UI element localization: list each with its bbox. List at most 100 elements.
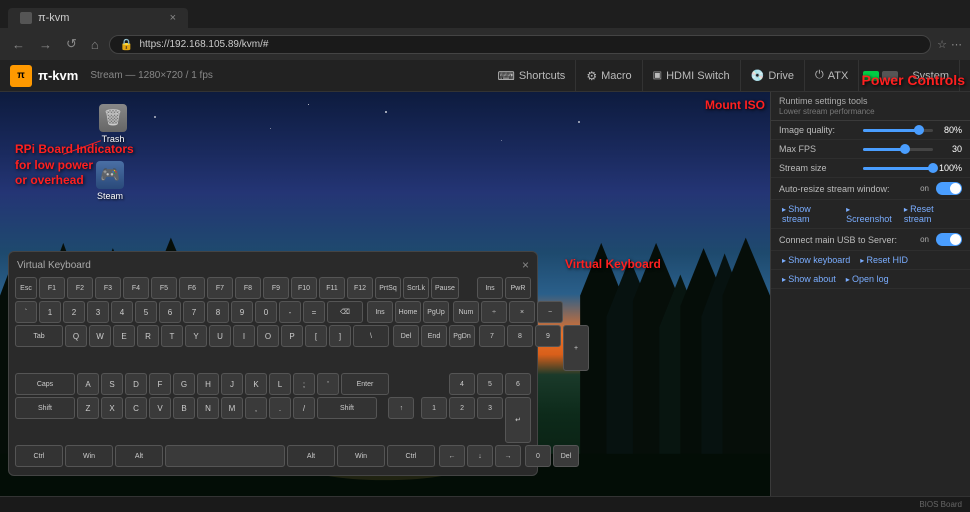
back-button[interactable]: ←: [8, 35, 29, 54]
key-num6[interactable]: 6: [505, 373, 531, 395]
key-y[interactable]: Y: [185, 325, 207, 347]
key-equals[interactable]: =: [303, 301, 325, 323]
key-x[interactable]: X: [101, 397, 123, 419]
key-f2[interactable]: F2: [67, 277, 93, 299]
key-numdiv[interactable]: ÷: [481, 301, 507, 323]
key-left[interactable]: ←: [439, 445, 465, 467]
key-end[interactable]: End: [421, 325, 447, 347]
key-scrlk[interactable]: ScrLk: [403, 277, 429, 299]
key-c[interactable]: C: [125, 397, 147, 419]
open-log-link[interactable]: Open log: [843, 273, 892, 285]
key-backtick[interactable]: `: [15, 301, 37, 323]
key-v[interactable]: V: [149, 397, 171, 419]
screenshot-link[interactable]: Screenshot: [843, 203, 897, 225]
key-num4[interactable]: 4: [449, 373, 475, 395]
key-1[interactable]: 1: [39, 301, 61, 323]
key-8[interactable]: 8: [207, 301, 229, 323]
key-f12[interactable]: F12: [347, 277, 373, 299]
key-2[interactable]: 2: [63, 301, 85, 323]
image-quality-slider[interactable]: [863, 129, 933, 132]
key-num8[interactable]: 8: [507, 325, 533, 347]
key-lshift[interactable]: Shift: [15, 397, 75, 419]
key-f7[interactable]: F7: [207, 277, 233, 299]
key-pause[interactable]: Pause: [431, 277, 459, 299]
reset-hid-link[interactable]: Reset HID: [857, 254, 911, 266]
key-f10[interactable]: F10: [291, 277, 317, 299]
key-f[interactable]: F: [149, 373, 171, 395]
key-n[interactable]: N: [197, 397, 219, 419]
nav-drive[interactable]: 💿 Drive: [741, 60, 805, 92]
nav-atx[interactable]: ⏻ ATX: [805, 60, 859, 92]
key-f6[interactable]: F6: [179, 277, 205, 299]
key-pwr[interactable]: PwR: [505, 277, 531, 299]
nav-hdmi-switch[interactable]: ▣ HDMI Switch: [643, 60, 741, 92]
key-f8[interactable]: F8: [235, 277, 261, 299]
stream-size-slider[interactable]: [863, 167, 933, 170]
key-lctrl[interactable]: Ctrl: [15, 445, 63, 467]
key-enter[interactable]: Enter: [341, 373, 389, 395]
key-period[interactable]: .: [269, 397, 291, 419]
key-comma[interactable]: ,: [245, 397, 267, 419]
key-k[interactable]: K: [245, 373, 267, 395]
stream-size-thumb[interactable]: [928, 163, 938, 173]
image-quality-thumb[interactable]: [914, 125, 924, 135]
key-right[interactable]: →: [495, 445, 521, 467]
key-nummul[interactable]: ×: [509, 301, 535, 323]
key-rshift[interactable]: Shift: [317, 397, 377, 419]
key-b[interactable]: B: [173, 397, 195, 419]
key-numdel[interactable]: Del: [553, 445, 579, 467]
key-backslash[interactable]: \: [353, 325, 389, 347]
key-home[interactable]: Home: [395, 301, 421, 323]
key-lbracket[interactable]: [: [305, 325, 327, 347]
home-button[interactable]: ⌂: [87, 35, 103, 54]
key-9[interactable]: 9: [231, 301, 253, 323]
key-z[interactable]: Z: [77, 397, 99, 419]
auto-resize-toggle[interactable]: [936, 182, 962, 195]
key-numlock[interactable]: Num: [453, 301, 479, 323]
key-num3[interactable]: 3: [477, 397, 503, 419]
key-e[interactable]: E: [113, 325, 135, 347]
key-up[interactable]: ↑: [388, 397, 414, 419]
key-pgdn[interactable]: PgDn: [449, 325, 475, 347]
key-tab[interactable]: Tab: [15, 325, 63, 347]
key-esc[interactable]: Esc: [15, 277, 37, 299]
key-4[interactable]: 4: [111, 301, 133, 323]
key-semicolon[interactable]: ;: [293, 373, 315, 395]
key-minus[interactable]: -: [279, 301, 301, 323]
reset-stream-link[interactable]: Reset stream: [901, 203, 962, 225]
key-s[interactable]: S: [101, 373, 123, 395]
key-f11[interactable]: F11: [319, 277, 345, 299]
nav-shortcuts[interactable]: ⌨ Shortcuts: [488, 60, 577, 92]
trash-icon-desktop[interactable]: 🗑 Trash: [95, 100, 131, 148]
connect-usb-toggle[interactable]: [936, 233, 962, 246]
key-l[interactable]: L: [269, 373, 291, 395]
key-lalt[interactable]: Alt: [115, 445, 163, 467]
key-num5[interactable]: 5: [477, 373, 503, 395]
key-i[interactable]: I: [233, 325, 255, 347]
key-d[interactable]: D: [125, 373, 147, 395]
key-num7[interactable]: 7: [479, 325, 505, 347]
key-numplus[interactable]: +: [563, 325, 589, 371]
key-rctrl[interactable]: Ctrl: [387, 445, 435, 467]
key-ins2[interactable]: Ins: [367, 301, 393, 323]
key-6[interactable]: 6: [159, 301, 181, 323]
nav-macro[interactable]: ⚙ Macro: [576, 60, 642, 92]
address-bar[interactable]: 🔒 https://192.168.105.89/kvm/#: [109, 35, 931, 54]
nav-system[interactable]: System: [902, 60, 960, 92]
key-num2[interactable]: 2: [449, 397, 475, 419]
key-7[interactable]: 7: [183, 301, 205, 323]
key-f4[interactable]: F4: [123, 277, 149, 299]
key-num1[interactable]: 1: [421, 397, 447, 419]
show-about-link[interactable]: Show about: [779, 273, 839, 285]
reload-button[interactable]: ↺: [62, 34, 81, 54]
key-num9[interactable]: 9: [535, 325, 561, 347]
show-stream-link[interactable]: Show stream: [779, 203, 839, 225]
key-m[interactable]: M: [221, 397, 243, 419]
key-capslock[interactable]: Caps: [15, 373, 75, 395]
key-pgup[interactable]: PgUp: [423, 301, 449, 323]
key-ins[interactable]: Ins: [477, 277, 503, 299]
key-del[interactable]: Del: [393, 325, 419, 347]
key-a[interactable]: A: [77, 373, 99, 395]
key-f5[interactable]: F5: [151, 277, 177, 299]
key-down[interactable]: ↓: [467, 445, 493, 467]
